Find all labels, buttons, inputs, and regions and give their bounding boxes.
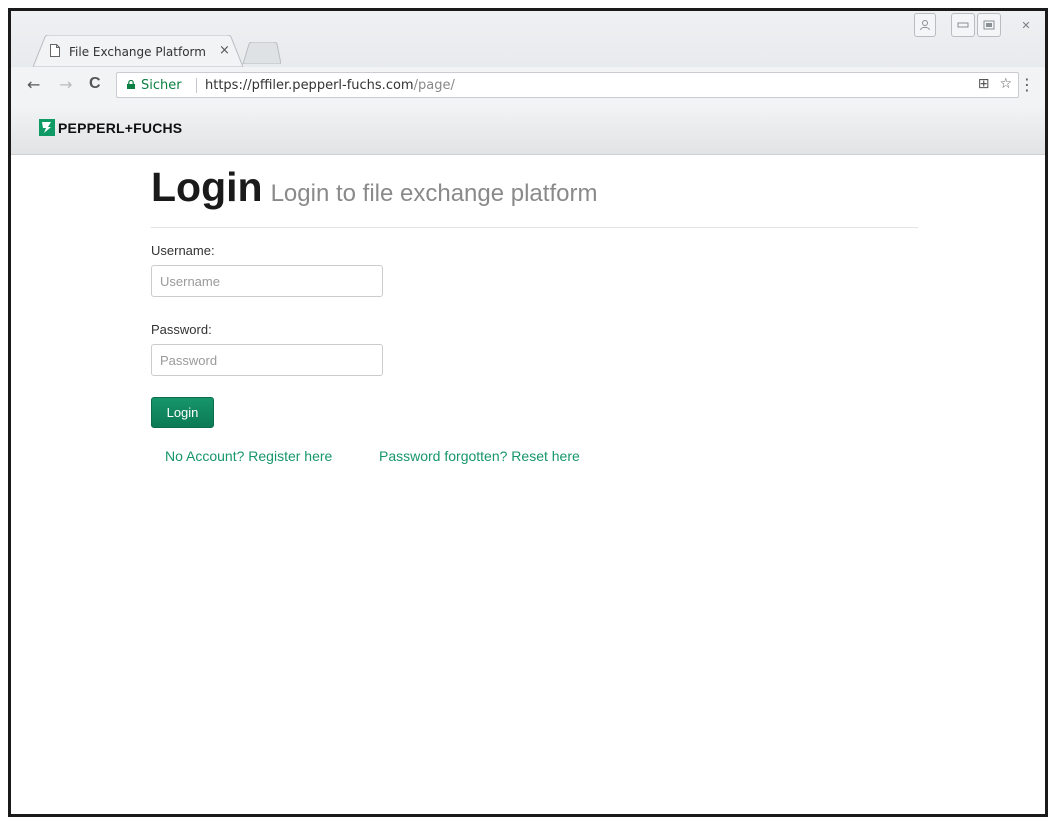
browser-chrome: ✕ File Exchange Platform × ← → C Sicher … <box>11 11 1045 116</box>
logo-mark-icon <box>39 119 55 136</box>
maximize-icon[interactable] <box>977 13 1001 37</box>
forward-icon[interactable]: → <box>59 75 72 94</box>
login-button[interactable]: Login <box>151 397 214 428</box>
omnibox-actions: ⊞ ☆ <box>978 76 1012 92</box>
browser-toolbar: ← → C Sicher https://pffiler.pepperl-fuc… <box>11 67 1045 104</box>
bookmark-star-icon[interactable]: ☆ <box>999 76 1012 92</box>
back-icon[interactable]: ← <box>27 75 40 94</box>
page-title: Login <box>151 164 263 210</box>
reload-icon[interactable]: C <box>89 75 101 93</box>
logo-text: PEPPERL+FUCHS <box>58 119 183 136</box>
minimize-icon[interactable] <box>951 13 975 37</box>
url-main: https://pffiler.pepperl-fuchs.com <box>205 78 414 93</box>
heading-divider <box>151 227 918 228</box>
site-header: PEPPERL+FUCHS <box>11 103 1045 155</box>
address-bar[interactable]: Sicher https://pffiler.pepperl-fuchs.com… <box>116 72 1019 98</box>
page-heading: Login Login to file exchange platform <box>151 164 597 211</box>
browser-menu-icon[interactable]: ⋮ <box>1019 75 1035 94</box>
omnibox-separator <box>196 78 197 93</box>
close-icon[interactable]: ✕ <box>1011 13 1041 37</box>
username-input[interactable] <box>151 265 383 297</box>
password-input[interactable] <box>151 344 383 376</box>
browser-window: ✕ File Exchange Platform × ← → C Sicher … <box>8 8 1048 817</box>
pepperl-fuchs-logo[interactable]: PEPPERL+FUCHS <box>39 119 182 136</box>
page-icon <box>50 44 60 57</box>
secure-label: Sicher <box>141 78 182 93</box>
url-text[interactable]: https://pffiler.pepperl-fuchs.com/page/ <box>205 78 455 93</box>
reset-password-link[interactable]: Password forgotten? Reset here <box>379 448 580 464</box>
lock-icon <box>127 80 135 89</box>
tab-title: File Exchange Platform <box>69 45 206 59</box>
password-label: Password: <box>151 322 212 337</box>
url-path: /page/ <box>413 78 455 93</box>
tab-file-exchange[interactable]: File Exchange Platform × <box>33 35 243 67</box>
translate-icon[interactable]: ⊞ <box>978 76 990 92</box>
register-link[interactable]: No Account? Register here <box>165 448 332 464</box>
page-subtitle: Login to file exchange platform <box>270 180 598 207</box>
tab-close-icon[interactable]: × <box>219 43 230 58</box>
username-label: Username: <box>151 243 215 258</box>
new-tab-button[interactable] <box>241 42 281 64</box>
profile-icon[interactable] <box>914 13 936 37</box>
